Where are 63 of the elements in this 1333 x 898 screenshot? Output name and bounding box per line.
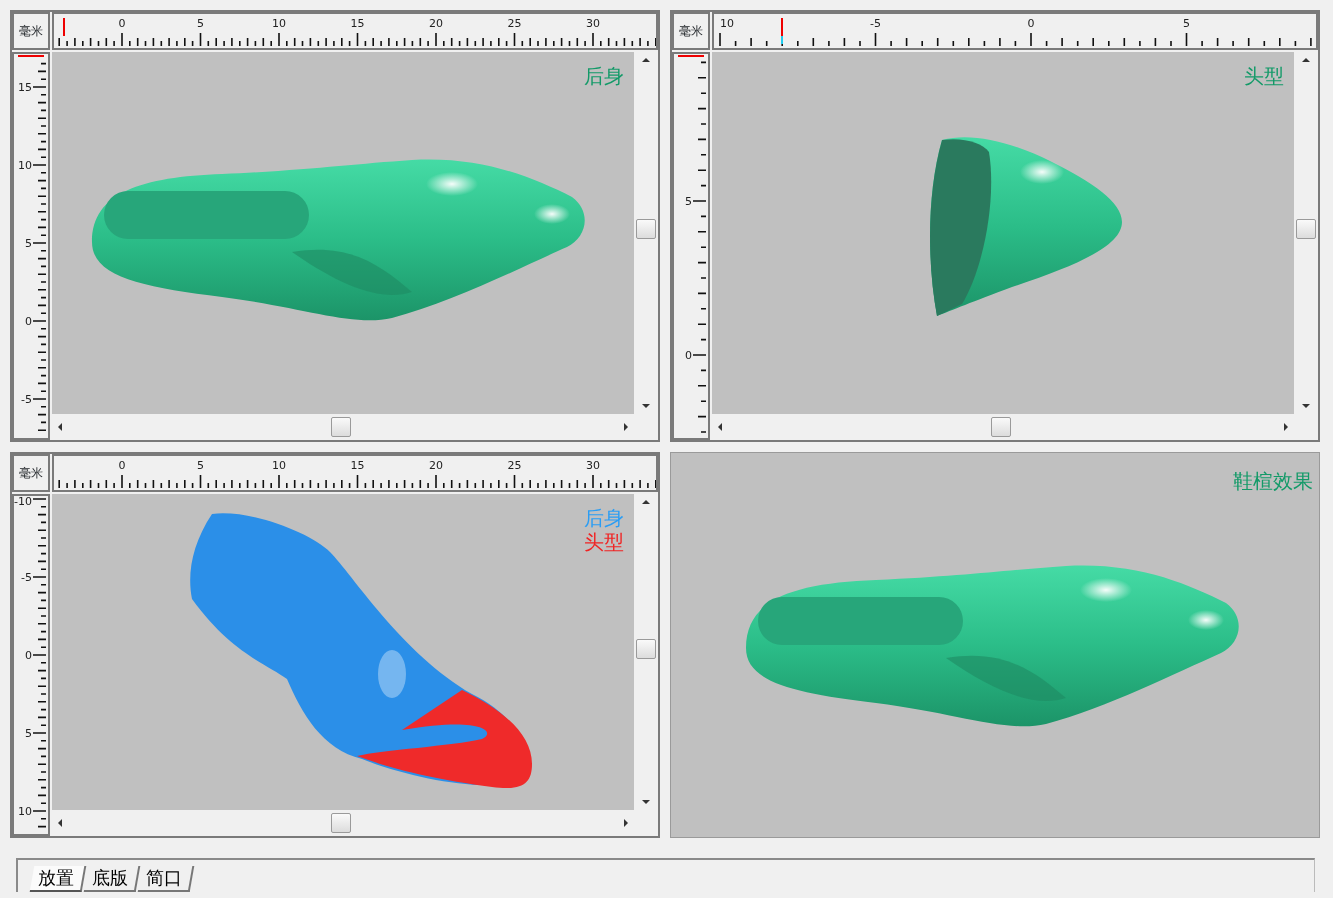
scroll-left-icon[interactable] [718, 423, 722, 431]
ruler-label: 5 [197, 459, 204, 472]
scroll-up-icon[interactable] [642, 58, 650, 62]
ruler-label: 10 [18, 159, 32, 172]
ruler-label: 0 [25, 315, 32, 328]
cursor-marker [677, 55, 705, 57]
ruler-label: 10 [272, 17, 286, 30]
ruler-label: 0 [118, 459, 126, 472]
scroll-thumb[interactable] [636, 639, 656, 660]
legend-label: 后身 [584, 64, 624, 88]
scroll-thumb[interactable] [331, 813, 352, 833]
ruler-label: 0 [118, 17, 126, 30]
legend-label: 头型 [584, 530, 624, 554]
tab[interactable]: 底版 [83, 866, 141, 892]
scroll-down-icon[interactable] [642, 800, 650, 804]
ruler-label: -10 [14, 496, 32, 508]
scroll-left-icon[interactable] [58, 423, 62, 431]
cursor-marker [781, 17, 783, 45]
ruler-label: -5 [870, 17, 881, 30]
ruler-label: 20 [429, 17, 443, 30]
scroll-up-icon[interactable] [642, 500, 650, 504]
scroll-right-icon[interactable] [1284, 423, 1288, 431]
ruler-label: 30 [586, 17, 600, 30]
scroll-left-icon[interactable] [58, 819, 62, 827]
scroll-thumb[interactable] [991, 417, 1012, 437]
cursor-marker [17, 55, 45, 57]
ruler-label: 5 [197, 17, 204, 30]
ruler-label: 10 [18, 805, 32, 818]
ruler-label: 25 [507, 17, 522, 30]
ruler-label: 25 [507, 459, 522, 472]
unit-label: 毫米 [672, 12, 710, 50]
scroll-right-icon[interactable] [624, 423, 628, 431]
ruler-label: 15 [350, 459, 365, 472]
ruler-label: 20 [429, 459, 443, 472]
legend-label: 鞋楦效果 [1233, 469, 1313, 493]
ruler-label: 0 [1027, 17, 1035, 30]
ruler-label: 5 [25, 727, 32, 740]
scroll-down-icon[interactable] [1302, 404, 1310, 408]
scroll-down-icon[interactable] [642, 404, 650, 408]
cursor-marker [63, 17, 65, 37]
scroll-thumb[interactable] [331, 417, 352, 437]
legend-label: 头型 [1244, 64, 1284, 88]
ruler-label: 10 [720, 17, 734, 30]
ruler-label: -5 [21, 571, 32, 584]
tab[interactable]: 简口 [137, 866, 195, 892]
ruler-label: 30 [586, 459, 600, 472]
tab[interactable]: 放置 [29, 866, 87, 892]
scroll-up-icon[interactable] [1302, 58, 1310, 62]
legend-label: 后身 [584, 506, 624, 530]
ruler-label: -5 [21, 393, 32, 406]
unit-label: 毫米 [12, 454, 50, 492]
ruler-label: 10 [272, 459, 286, 472]
ruler-label: 5 [25, 237, 32, 250]
scroll-right-icon[interactable] [624, 819, 628, 827]
scroll-thumb[interactable] [636, 218, 656, 239]
ruler-label: 0 [685, 349, 692, 362]
ruler-label: 0 [25, 649, 32, 662]
unit-label: 毫米 [12, 12, 50, 50]
ruler-label: 5 [685, 195, 692, 208]
ruler-label: 15 [18, 81, 32, 94]
ruler-label: 5 [1183, 17, 1190, 30]
scroll-thumb[interactable] [1296, 218, 1316, 239]
ruler-label: 15 [350, 17, 365, 30]
